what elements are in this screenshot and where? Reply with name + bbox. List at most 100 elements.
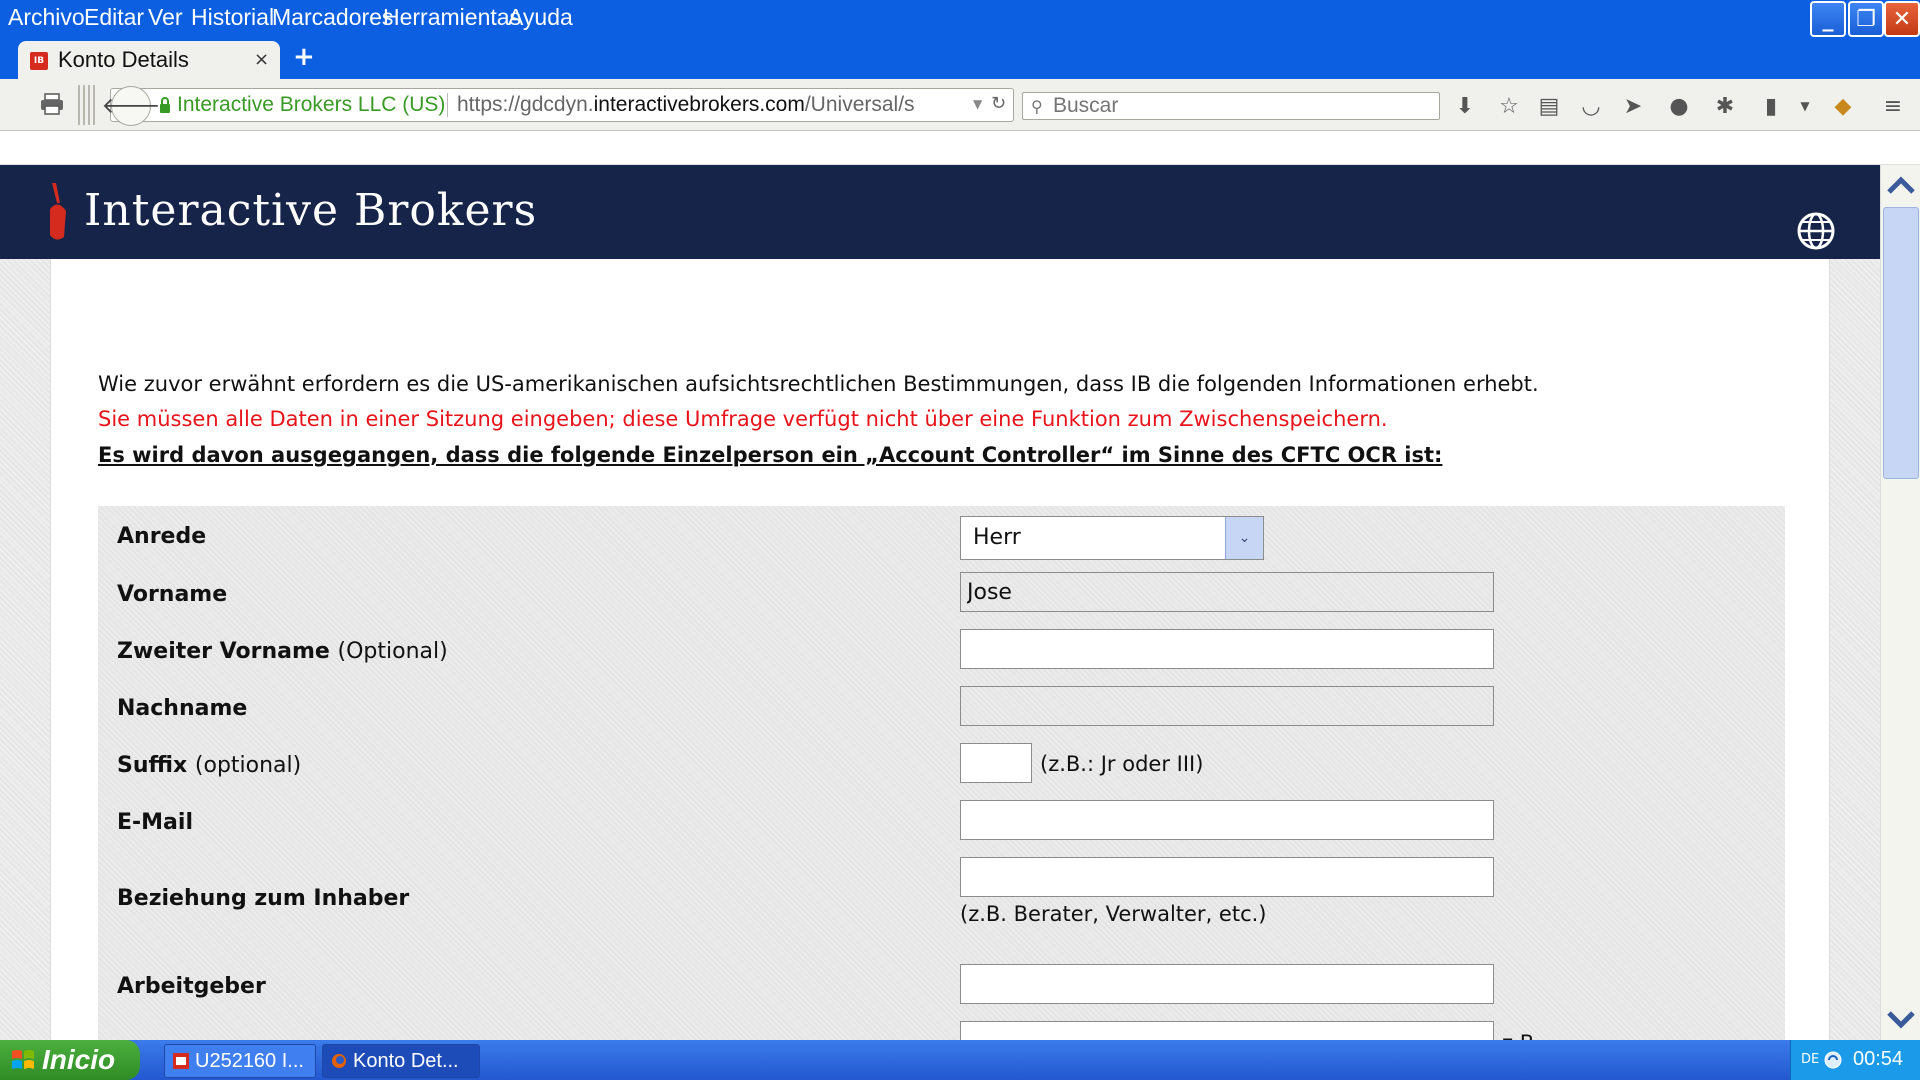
menu-marcadores[interactable]: Marcadores (272, 4, 393, 31)
search-bar[interactable]: ⚲ (1022, 92, 1440, 120)
site-identity[interactable]: Interactive Brokers LLC (US) (177, 93, 445, 117)
minimize-icon: _ (1822, 6, 1834, 32)
menu-ver[interactable]: Ver (148, 4, 183, 31)
hamburger-menu-icon[interactable]: ≡ (1880, 93, 1906, 119)
nachname-label: Nachname (117, 696, 248, 721)
network-tray-icon[interactable] (1823, 1050, 1843, 1070)
suffix-hint: (z.B.: Jr oder III) (1040, 752, 1204, 776)
url-text[interactable]: https://gdcdyn.interactivebrokers.com/Un… (457, 93, 915, 117)
window-titlebar: Archivo Editar Ver Historial Marcadores … (0, 0, 1920, 39)
globe-icon[interactable] (1796, 211, 1836, 251)
search-icon: ⚲ (1031, 97, 1043, 116)
suffix-label: Suffix (optional) (117, 753, 301, 778)
suffix-label-text: Suffix (117, 753, 188, 778)
vorname-field[interactable] (960, 572, 1494, 612)
taskbar-item-label: U252160 I... (195, 1049, 304, 1072)
ib-favicon-icon: IB (30, 52, 48, 70)
menu-herramientas[interactable]: Herramientas (383, 4, 521, 31)
back-button[interactable]: 🡐 (102, 86, 161, 126)
menu-archivo[interactable]: Archivo (8, 4, 85, 31)
anrede-selected-value: Herr (973, 525, 1021, 550)
clock: 00:54 (1853, 1048, 1904, 1070)
url-dropdown-icon[interactable]: ▼ (973, 97, 982, 111)
chat-icon[interactable]: ● (1666, 93, 1692, 119)
brand-logo-text[interactable]: Interactive Brokers (84, 185, 537, 236)
anrede-select[interactable]: Herr ⌄ (960, 516, 1264, 560)
restore-button[interactable]: ❐ (1848, 1, 1884, 37)
account-controller-notice: Es wird davon ausgegangen, dass die folg… (98, 443, 1443, 467)
search-input[interactable] (1053, 93, 1433, 119)
url-separator (447, 93, 448, 117)
vorname-label: Vorname (117, 582, 228, 607)
taskbar-item-firefox[interactable]: Konto Det... (322, 1044, 480, 1078)
optional-marker: (Optional) (337, 639, 448, 664)
site-header: Interactive Brokers (0, 165, 1880, 259)
bookmark-star-icon[interactable]: ☆ (1496, 93, 1522, 119)
menu-historial[interactable]: Historial (191, 4, 274, 31)
email-field[interactable] (960, 800, 1494, 840)
tab-strip: IB Konto Details × + (0, 39, 1920, 79)
url-domain: interactivebrokers.com (593, 93, 805, 116)
bookmarks-list-icon[interactable]: ▤ (1536, 93, 1562, 119)
nachname-field[interactable] (960, 686, 1494, 726)
url-prefix: https://gdcdyn. (457, 93, 594, 116)
minimize-button[interactable]: _ (1810, 1, 1846, 37)
zweiter-vorname-field[interactable] (960, 629, 1494, 669)
pocket-icon[interactable]: ◡ (1578, 93, 1604, 119)
tab-konto-details[interactable]: IB Konto Details × (18, 41, 280, 79)
email-label: E-Mail (117, 810, 193, 835)
windows-flag-icon (12, 1050, 34, 1069)
scroll-thumb[interactable] (1883, 207, 1919, 479)
back-arrow-icon: 🡐 (101, 94, 161, 119)
next-field[interactable] (960, 1021, 1494, 1040)
beziehung-label: Beziehung zum Inhaber (117, 886, 410, 911)
account-controller-form: Anrede Herr ⌄ Vorname Zweiter Vorname (O… (98, 506, 1785, 1040)
url-bar[interactable]: 🡐 Interactive Brokers LLC (US) https://g… (102, 86, 1014, 126)
tab-close-icon[interactable]: × (254, 49, 269, 70)
ib-app-icon (173, 1053, 189, 1069)
chevron-up-icon (1887, 176, 1915, 194)
next-hint: z.B. (1502, 1031, 1541, 1040)
firefox-icon (332, 1054, 346, 1068)
chevron-down-icon[interactable]: ⌄ (1225, 517, 1263, 559)
menu-ayuda[interactable]: Ayuda (508, 4, 573, 31)
suffix-field[interactable] (960, 743, 1032, 783)
reload-icon[interactable]: ↻ (991, 93, 1006, 114)
extension-icon[interactable]: ✱ (1712, 93, 1738, 119)
send-icon[interactable]: ➤ (1620, 93, 1646, 119)
close-window-button[interactable]: ✕ (1884, 1, 1920, 37)
chevron-down-icon (1887, 1011, 1915, 1029)
menu-editar[interactable]: Editar (84, 4, 144, 31)
beziehung-field[interactable] (960, 857, 1494, 897)
zweiter-vorname-label: Zweiter Vorname (Optional) (117, 639, 448, 664)
system-tray: DE 00:54 (1790, 1040, 1920, 1080)
arbeitgeber-field[interactable] (960, 964, 1494, 1004)
start-label: Inicio (42, 1044, 116, 1075)
language-indicator[interactable]: DE (1801, 1052, 1819, 1067)
scroll-up-button[interactable] (1881, 165, 1920, 205)
taskbar-item-label: Konto Det... (353, 1049, 459, 1072)
anrede-label: Anrede (117, 524, 207, 549)
download-icon[interactable]: ⬇ (1452, 93, 1478, 119)
clipboard-icon[interactable]: ▮ (1758, 93, 1784, 119)
taskbar: Inicio U252160 I... Konto Det... DE 00:5… (0, 1040, 1920, 1080)
ib-logo-icon (50, 183, 66, 240)
clipboard-dropdown-icon[interactable]: ▼ (1792, 93, 1818, 119)
scroll-down-button[interactable] (1881, 1000, 1920, 1040)
url-suffix: /Universal/s (804, 93, 915, 116)
main-content: Wie zuvor erwähnt erfordern es die US-am… (50, 259, 1830, 1040)
new-tab-button[interactable]: + (293, 42, 315, 72)
optional-marker: (optional) (194, 753, 302, 778)
addon-icon[interactable]: ◆ (1830, 93, 1856, 119)
start-button[interactable]: Inicio (0, 1040, 140, 1080)
taskbar-item-ib[interactable]: U252160 I... (164, 1044, 316, 1078)
lock-icon (160, 97, 170, 113)
restore-icon: ❐ (1856, 6, 1876, 32)
navigation-toolbar: 🡐 Interactive Brokers LLC (US) https://g… (0, 79, 1920, 131)
zweiter-vorname-label-text: Zweiter Vorname (117, 639, 330, 664)
beziehung-hint: (z.B. Berater, Verwalter, etc.) (960, 902, 1267, 926)
close-icon: ✕ (1892, 6, 1912, 32)
print-icon[interactable] (40, 93, 64, 115)
page-scrollbar[interactable] (1880, 165, 1920, 1040)
toolbar-grip (78, 85, 98, 125)
